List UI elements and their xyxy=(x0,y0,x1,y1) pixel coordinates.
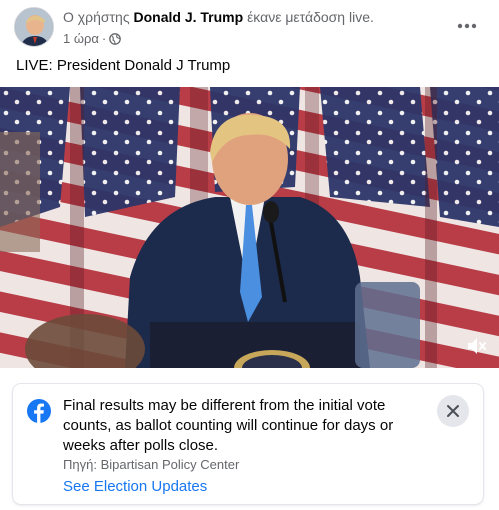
notice-message: Final results may be different from the … xyxy=(63,397,394,454)
post-action: έκανε μετάδοση live. xyxy=(247,9,374,25)
close-icon xyxy=(447,405,459,417)
post-header: Ο χρήστης Donald J. Trump έκανε μετάδοση… xyxy=(0,0,499,54)
post-timestamp[interactable]: 1 ώρα xyxy=(63,31,99,46)
facebook-logo-icon xyxy=(27,399,51,423)
author-prefix: Ο χρήστης xyxy=(63,9,130,25)
speaker-muted-icon xyxy=(468,338,486,354)
author-name[interactable]: Donald J. Trump xyxy=(133,9,243,25)
close-notice-button[interactable] xyxy=(437,395,469,427)
election-info-notice: Final results may be different from the … xyxy=(13,384,483,504)
post-text: LIVE: President Donald J Trump xyxy=(16,57,231,74)
post-meta: 1 ώρα · xyxy=(63,31,122,46)
globe-icon[interactable] xyxy=(109,32,122,45)
more-dots-icon xyxy=(457,23,477,29)
video-frame xyxy=(0,87,499,368)
notice-source: Πηγή: Bipartisan Policy Center xyxy=(63,457,240,472)
post-author-line: Ο χρήστης Donald J. Trump έκανε μετάδοση… xyxy=(63,9,374,25)
more-options-button[interactable] xyxy=(453,12,481,40)
live-video[interactable] xyxy=(0,87,499,368)
mute-toggle-button[interactable] xyxy=(465,334,489,358)
see-election-updates-link[interactable]: See Election Updates xyxy=(63,478,207,495)
avatar-image xyxy=(15,8,53,46)
avatar[interactable] xyxy=(14,7,54,47)
meta-separator: · xyxy=(101,31,107,46)
